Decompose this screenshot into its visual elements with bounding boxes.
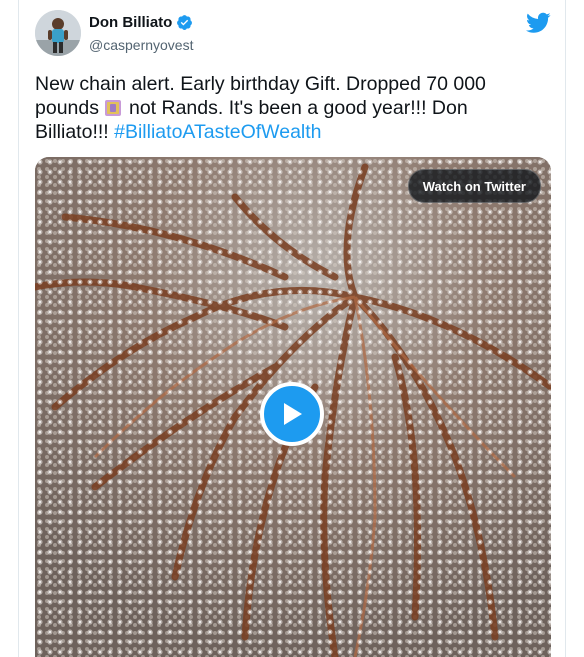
video-media[interactable]: Watch on Twitter [35, 157, 551, 657]
tweet-card: Don Billiato @caspernyovest New chain al… [18, 0, 566, 657]
money-with-wings-icon [104, 100, 121, 116]
author-handle[interactable]: @caspernyovest [89, 37, 193, 53]
tweet-text: New chain alert. Early birthday Gift. Dr… [35, 72, 535, 144]
hashtag-link[interactable]: #BilliatoATasteOfWealth [114, 121, 321, 143]
avatar-image [35, 10, 81, 56]
play-icon [284, 403, 302, 425]
verified-badge-icon [177, 15, 193, 30]
avatar[interactable] [35, 10, 81, 56]
twitter-bird-icon[interactable] [526, 12, 551, 34]
author-name[interactable]: Don Billiato [89, 14, 193, 31]
play-button[interactable] [260, 382, 324, 446]
watch-on-twitter-button[interactable]: Watch on Twitter [407, 169, 541, 203]
author-name-text[interactable]: Don Billiato [89, 14, 172, 31]
